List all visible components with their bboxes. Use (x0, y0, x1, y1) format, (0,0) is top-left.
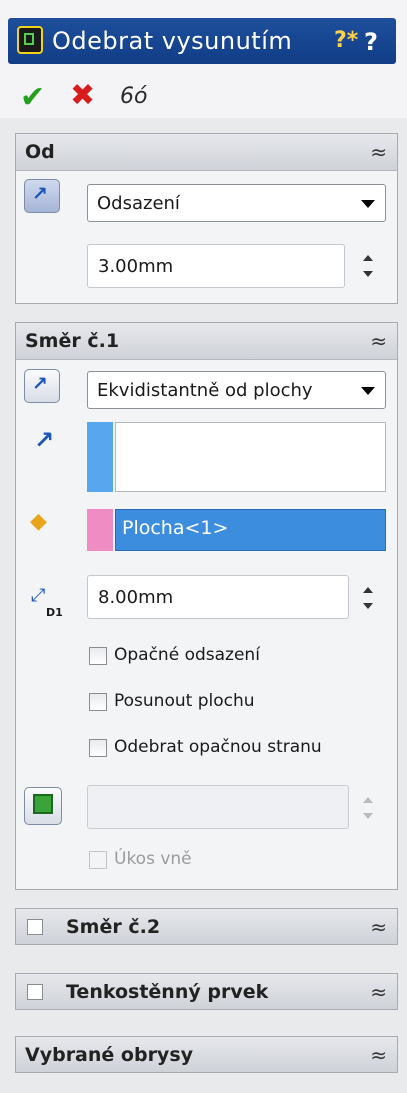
collapse-icon[interactable]: ≈ (370, 329, 387, 353)
end-condition-select[interactable]: Ekvidistantně od plochy (87, 371, 386, 409)
question-button[interactable]: ? (364, 28, 378, 56)
group-smer1-label: Směr č.1 (25, 330, 120, 352)
group-thin-label: Tenkostěnný prvek (66, 981, 269, 1003)
draft-angle-input[interactable] (87, 785, 349, 829)
spin-up-icon[interactable] (363, 587, 373, 593)
title-bar-area: Odebrat vysunutím ?* ? (0, 0, 407, 78)
cut-extrude-icon (17, 26, 43, 54)
checkmark-icon: ✔ (20, 80, 46, 115)
group-contours-label: Vybrané obrysy (25, 1044, 194, 1066)
checkbox[interactable] (27, 919, 43, 935)
checkbox[interactable] (89, 851, 107, 869)
offset-input[interactable]: 3.00mm (87, 244, 345, 288)
spin-down-icon[interactable] (363, 271, 373, 277)
draft-icon (33, 794, 53, 814)
help-icon[interactable]: ?* (334, 28, 358, 53)
page-title: Odebrat vysunutím (52, 27, 293, 55)
checkbox[interactable] (89, 739, 107, 757)
draft-outward-label: Úkos vně (114, 849, 192, 869)
reverse-offset-label: Opačné odsazení (114, 645, 260, 665)
expand-icon[interactable]: ≈ (370, 915, 387, 939)
checkbox[interactable] (89, 647, 107, 665)
reverse-direction-icon: ↗ (32, 373, 48, 395)
spin-up-icon[interactable] (363, 255, 373, 261)
cancel-button[interactable]: ✖ (70, 78, 95, 113)
draft-spinner[interactable] (358, 785, 378, 831)
translate-surface-label: Posunout plochu (114, 691, 255, 711)
preview-button[interactable]: 6ó (120, 84, 147, 109)
spin-down-icon[interactable] (363, 813, 373, 819)
face-selection-box[interactable]: Plocha<1> (115, 509, 386, 551)
direction-arrow-icon: ↗ (34, 426, 55, 454)
collapse-icon[interactable]: ≈ (370, 140, 387, 164)
depth-badge: D1 (46, 606, 63, 619)
dropdown-arrow-icon (361, 387, 375, 395)
group-smer2-label: Směr č.2 (66, 916, 161, 938)
toolbar: ✔ ✖ 6ó (0, 78, 407, 118)
flip-side-label: Odebrat opačnou stranu (114, 737, 322, 757)
depth-spinner[interactable] (358, 575, 378, 621)
group-smer1: Směr č.1 ≈ ↗ Ekvidistantně od plochy ↗ ◆… (15, 322, 398, 890)
reverse-direction-icon: ↗ (32, 183, 48, 205)
face-icon: ◆ (30, 509, 47, 534)
group-smer2[interactable]: Směr č.2 ≈ (15, 908, 398, 945)
offset-direction-button[interactable]: ↗ (24, 179, 60, 213)
group-od-label: Od (25, 141, 55, 163)
reverse-direction-button[interactable]: ↗ (24, 369, 60, 403)
offset-value: 3.00mm (98, 256, 174, 277)
depth-value: 8.00mm (98, 587, 174, 608)
draft-button[interactable] (24, 787, 62, 825)
expand-icon[interactable]: ≈ (370, 980, 387, 1004)
ok-button[interactable]: ✔ (20, 80, 45, 115)
face-selection-value: Plocha<1> (122, 517, 229, 539)
direction-selection-box[interactable] (115, 422, 386, 492)
face-color-swatch (87, 509, 113, 551)
depth-input[interactable]: 8.00mm (87, 575, 349, 619)
direction-color-swatch (87, 422, 113, 492)
group-od: Od ≈ ↗ Odsazení 3.00mm (15, 133, 398, 304)
cross-icon: ✖ (70, 78, 96, 113)
depth-icon: ⤢ (31, 585, 46, 606)
group-smer1-header[interactable]: Směr č.1 ≈ (16, 323, 397, 360)
offset-spinner[interactable] (358, 243, 378, 289)
start-condition-value: Odsazení (97, 193, 180, 214)
group-od-header[interactable]: Od ≈ (16, 134, 397, 171)
title-bar: Odebrat vysunutím ?* ? (8, 18, 396, 64)
checkbox[interactable] (89, 693, 107, 711)
start-condition-select[interactable]: Odsazení (87, 184, 386, 222)
group-selected-contours[interactable]: Vybrané obrysy ≈ (15, 1036, 398, 1073)
end-condition-value: Ekvidistantně od plochy (97, 380, 313, 401)
expand-icon[interactable]: ≈ (370, 1043, 387, 1067)
dropdown-arrow-icon (361, 200, 375, 208)
group-thin-feature[interactable]: Tenkostěnný prvek ≈ (15, 973, 398, 1010)
checkbox[interactable] (27, 984, 43, 1000)
glasses-icon: 6ó (120, 84, 148, 109)
spin-up-icon[interactable] (363, 797, 373, 803)
spin-down-icon[interactable] (363, 603, 373, 609)
